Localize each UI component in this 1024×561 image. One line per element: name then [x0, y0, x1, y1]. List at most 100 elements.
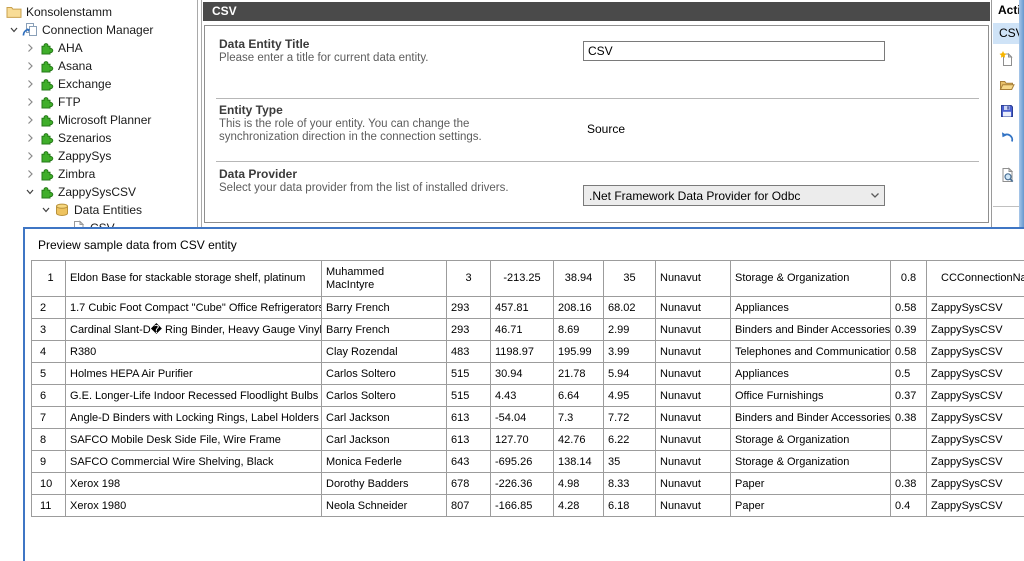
cell[interactable]: Neola Schneider [322, 495, 447, 517]
cell[interactable]: 0.58 [891, 341, 927, 363]
cell[interactable]: 4.95 [604, 385, 656, 407]
new-entity-icon[interactable] [999, 51, 1017, 69]
cell[interactable]: 807 [447, 495, 491, 517]
cell[interactable]: Nunavut [656, 473, 731, 495]
tree-item-zappysyscsv[interactable]: ZappySysCSV [0, 183, 196, 201]
chevron-collapsed-icon[interactable] [22, 58, 38, 74]
cell[interactable]: 127.70 [491, 429, 554, 451]
tree-item-asana[interactable]: Asana [0, 57, 196, 75]
cell[interactable]: ZappySysCSV [927, 341, 1024, 363]
cell[interactable]: Xerox 198 [66, 473, 322, 495]
cell[interactable]: Paper [731, 495, 891, 517]
cell[interactable]: 5 [32, 363, 66, 385]
cell[interactable]: 68.02 [604, 297, 656, 319]
tree-item-zappysys[interactable]: ZappySys [0, 147, 196, 165]
chevron-expanded-icon[interactable] [6, 22, 22, 38]
cell[interactable]: -695.26 [491, 451, 554, 473]
cell[interactable]: Carlos Soltero [322, 363, 447, 385]
cell[interactable]: Nunavut [656, 385, 731, 407]
cell[interactable]: 46.71 [491, 319, 554, 341]
cell[interactable]: 6 [32, 385, 66, 407]
cell[interactable]: 35 [604, 261, 656, 297]
cell[interactable]: Storage & Organization [731, 261, 891, 297]
cell[interactable]: -166.85 [491, 495, 554, 517]
cell[interactable]: 0.4 [891, 495, 927, 517]
cell[interactable]: G.E. Longer-Life Indoor Recessed Floodli… [66, 385, 322, 407]
cell[interactable]: -226.36 [491, 473, 554, 495]
cell[interactable]: ZappySysCSV [927, 319, 1024, 341]
cell[interactable]: Eldon Base for stackable storage shelf, … [66, 261, 322, 297]
cell[interactable]: Nunavut [656, 451, 731, 473]
cell[interactable]: Nunavut [656, 363, 731, 385]
cell[interactable]: 1.7 Cubic Foot Compact "Cube" Office Ref… [66, 297, 322, 319]
cell[interactable]: 8 [32, 429, 66, 451]
cell[interactable]: Binders and Binder Accessories [731, 319, 891, 341]
cell[interactable]: 4 [32, 341, 66, 363]
tree-item-zimbra[interactable]: Zimbra [0, 165, 196, 183]
tree-item-connection-manager[interactable]: Connection Manager [0, 21, 196, 39]
cell[interactable]: Binders and Binder Accessories [731, 407, 891, 429]
cell[interactable]: 7.3 [554, 407, 604, 429]
chevron-collapsed-icon[interactable] [22, 76, 38, 92]
cell[interactable]: 2.99 [604, 319, 656, 341]
cell[interactable]: 7.72 [604, 407, 656, 429]
cell[interactable]: ZappySysCSV [927, 385, 1024, 407]
tree-item-microsoft-planner[interactable]: Microsoft Planner [0, 111, 196, 129]
tree-item-ftp[interactable]: FTP [0, 93, 196, 111]
cell[interactable]: 4.98 [554, 473, 604, 495]
cell[interactable]: 6.22 [604, 429, 656, 451]
cell[interactable]: Nunavut [656, 341, 731, 363]
cell[interactable]: 21.78 [554, 363, 604, 385]
chevron-collapsed-icon[interactable] [22, 130, 38, 146]
cell[interactable]: ZappySysCSV [927, 297, 1024, 319]
cell[interactable]: Office Furnishings [731, 385, 891, 407]
cell[interactable]: Monica Federle [322, 451, 447, 473]
chevron-expanded-icon[interactable] [22, 184, 38, 200]
cell[interactable]: CCConnectionName [927, 261, 1024, 297]
tree-item-exchange[interactable]: Exchange [0, 75, 196, 93]
cell[interactable]: 3 [447, 261, 491, 297]
tree-item-szenarios[interactable]: Szenarios [0, 129, 196, 147]
cell[interactable]: 11 [32, 495, 66, 517]
cell[interactable]: Paper [731, 473, 891, 495]
cell[interactable]: Xerox 1980 [66, 495, 322, 517]
cell[interactable]: 0.37 [891, 385, 927, 407]
cell[interactable]: 35 [604, 451, 656, 473]
cell[interactable]: SAFCO Commercial Wire Shelving, Black [66, 451, 322, 473]
cell[interactable]: 9 [32, 451, 66, 473]
chevron-collapsed-icon[interactable] [22, 166, 38, 182]
cell[interactable]: 8.69 [554, 319, 604, 341]
cell[interactable]: 42.76 [554, 429, 604, 451]
cell[interactable]: -213.25 [491, 261, 554, 297]
cell[interactable]: 8.33 [604, 473, 656, 495]
cell[interactable]: Telephones and Communication [731, 341, 891, 363]
tree-item-aha[interactable]: AHA [0, 39, 196, 57]
cell[interactable]: Nunavut [656, 407, 731, 429]
cell[interactable]: ZappySysCSV [927, 363, 1024, 385]
cell[interactable]: Carlos Soltero [322, 385, 447, 407]
cell[interactable]: Nunavut [656, 495, 731, 517]
cell[interactable]: 515 [447, 385, 491, 407]
cell[interactable]: R380 [66, 341, 322, 363]
cell[interactable]: ZappySysCSV [927, 473, 1024, 495]
cell[interactable]: Dorothy Badders [322, 473, 447, 495]
cell[interactable]: Carl Jackson [322, 407, 447, 429]
cell[interactable]: 10 [32, 473, 66, 495]
cell[interactable]: Nunavut [656, 319, 731, 341]
cell[interactable]: 4.43 [491, 385, 554, 407]
cell[interactable]: 6.18 [604, 495, 656, 517]
cell[interactable]: Storage & Organization [731, 451, 891, 473]
save-icon[interactable] [999, 103, 1017, 121]
cell[interactable]: 6.64 [554, 385, 604, 407]
cell[interactable]: 0.58 [891, 297, 927, 319]
cell[interactable]: 4.28 [554, 495, 604, 517]
cell[interactable]: 7 [32, 407, 66, 429]
cell[interactable]: 293 [447, 297, 491, 319]
cell[interactable]: ZappySysCSV [927, 429, 1024, 451]
cell[interactable]: SAFCO Mobile Desk Side File, Wire Frame [66, 429, 322, 451]
cell[interactable]: 483 [447, 341, 491, 363]
cell[interactable]: 208.16 [554, 297, 604, 319]
cell[interactable]: Nunavut [656, 261, 731, 297]
cell[interactable] [891, 451, 927, 473]
cell[interactable]: ZappySysCSV [927, 451, 1024, 473]
